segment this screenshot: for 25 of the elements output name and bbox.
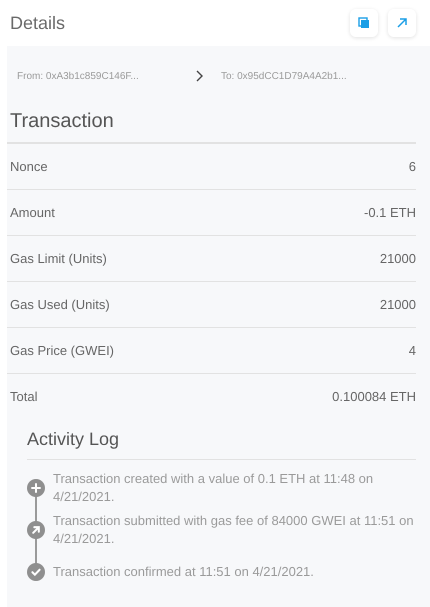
arrow-icon bbox=[396, 17, 408, 29]
row-label: Gas Used (Units) bbox=[10, 296, 110, 314]
row-value: 4 bbox=[408, 342, 416, 360]
row-label: Gas Limit (Units) bbox=[10, 250, 107, 268]
activity-entry: Transaction confirmed at 11:51 on 4/21/2021. bbox=[53, 563, 314, 581]
row-value: 21000 bbox=[380, 250, 416, 268]
activity-log-heading: Activity Log bbox=[27, 426, 416, 460]
activity-entry: Transaction submitted with gas fee of 84000 GWEI at 11:51 on 4/21/2021. bbox=[53, 512, 415, 548]
row-value: 6 bbox=[408, 158, 416, 176]
to-address: To: 0x95dCC1D79A4A2b1... bbox=[221, 70, 347, 84]
from-address: From: 0xA3b1c859C146F... bbox=[17, 70, 140, 84]
row-label: Total bbox=[10, 388, 38, 406]
details-title: Details bbox=[10, 12, 66, 34]
row-label: Amount bbox=[10, 204, 55, 222]
row-label: Nonce bbox=[10, 158, 48, 176]
open-button[interactable] bbox=[388, 9, 416, 37]
activity-entry: Transaction created with a value of 0.1 ETH at 11:48 on 4/21/2021. bbox=[53, 470, 374, 506]
copy-icon bbox=[358, 17, 370, 29]
chevron-right-icon bbox=[195, 70, 203, 82]
row-value: 0.100084 ETH bbox=[332, 388, 416, 406]
copy-button[interactable] bbox=[350, 9, 378, 37]
row-value: -0.1 ETH bbox=[364, 204, 416, 222]
row-label: Gas Price (GWEI) bbox=[10, 342, 114, 360]
transaction-heading: Transaction bbox=[7, 106, 416, 144]
row-value: 21000 bbox=[380, 296, 416, 314]
